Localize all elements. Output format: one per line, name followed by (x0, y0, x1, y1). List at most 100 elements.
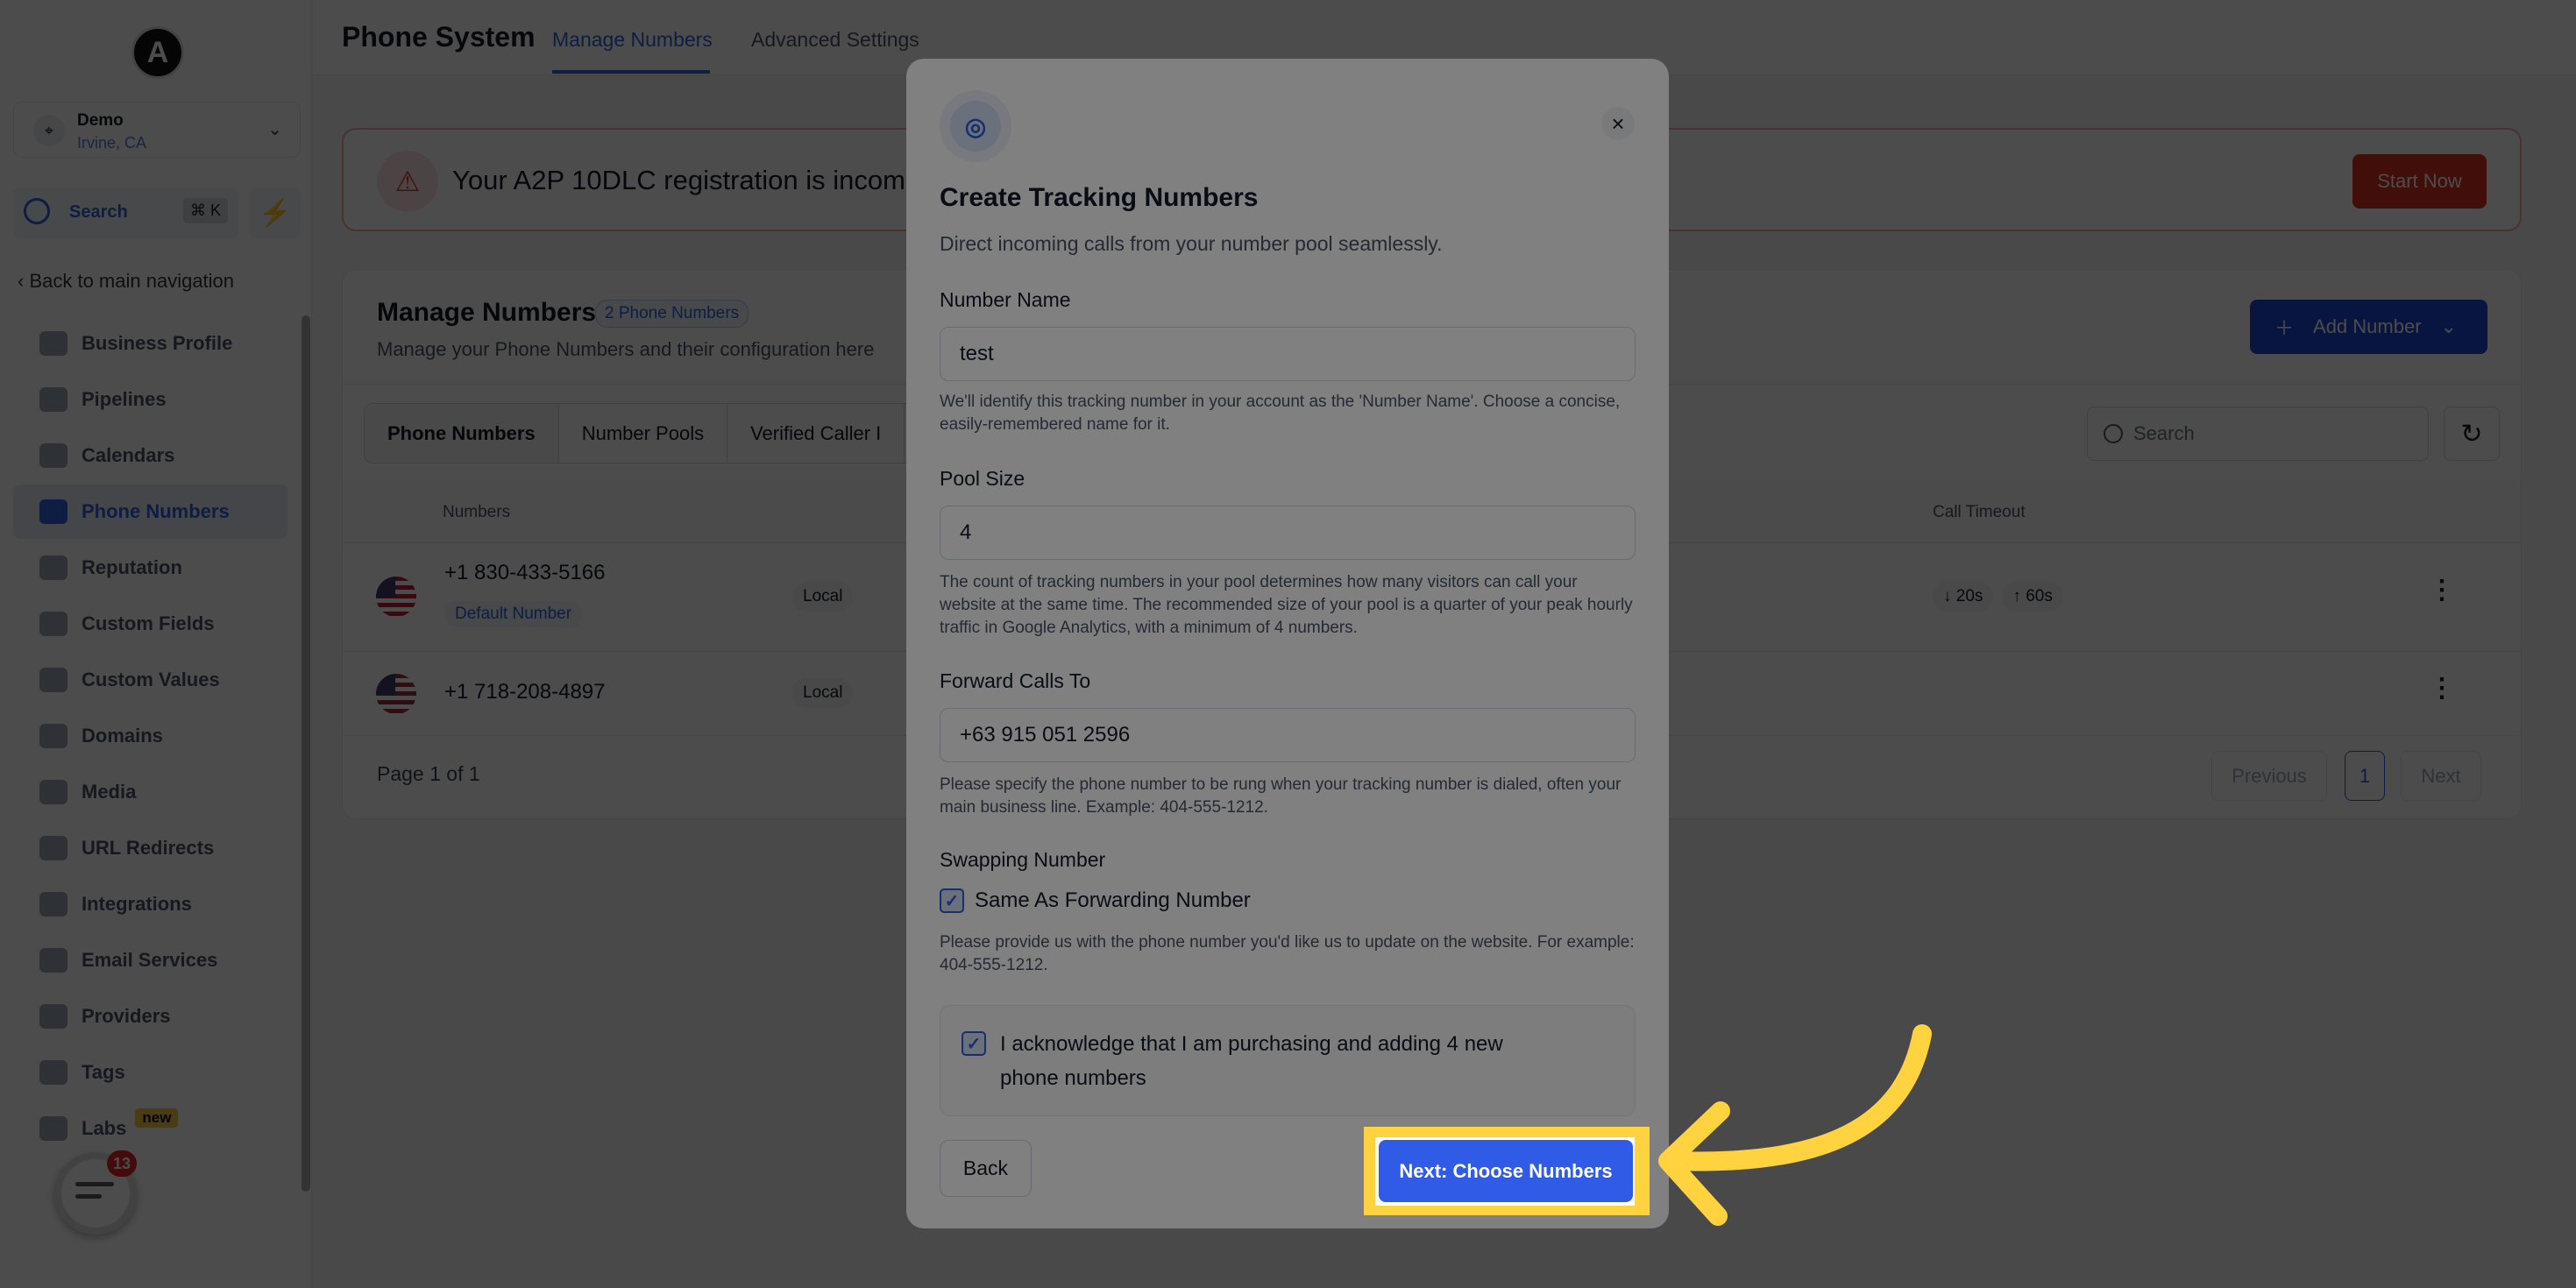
previous-button[interactable]: Previous (2211, 751, 2327, 801)
checkbox-checked-icon[interactable]: ✓ (940, 888, 964, 913)
account-location: Irvine, CA (77, 134, 147, 152)
sidebar-item-label: Custom Values (82, 669, 220, 690)
tracking-icon: ◎ (940, 90, 1011, 162)
sidebar-item-label: Media (82, 781, 137, 803)
sidebar-item-reputation[interactable]: Reputation (13, 541, 287, 595)
add-number-label: Add Number (2313, 315, 2422, 337)
business-profile-icon (39, 331, 67, 356)
modal-title: Create Tracking Numbers (940, 183, 1259, 212)
more-options-icon[interactable]: ⋮ (2429, 575, 2455, 605)
sidebar-item-labs[interactable]: Labs new (13, 1101, 287, 1156)
search-input[interactable]: Search (2087, 407, 2429, 461)
us-flag-icon (376, 577, 416, 617)
pipelines-icon (39, 387, 67, 412)
sidebar-item-domains[interactable]: Domains (13, 709, 287, 763)
back-to-main-navigation[interactable]: ‹ Back to main navigation (18, 270, 234, 293)
logo[interactable]: A (131, 26, 184, 79)
search-button[interactable]: Search ⌘ K (13, 188, 238, 238)
chevron-left-icon: ‹ (18, 270, 30, 292)
integrations-icon (39, 892, 67, 916)
timeout-out-chip: ↑ 60s (2002, 582, 2063, 612)
same-as-forwarding-checkbox[interactable]: ✓ Same As Forwarding Number (940, 888, 1251, 913)
sidebar-item-url-redirects[interactable]: URL Redirects (13, 821, 287, 875)
alert-text: Your A2P 10DLC registration is incomp (452, 165, 921, 195)
page-title: Phone System (342, 21, 536, 53)
providers-icon (39, 1004, 67, 1029)
sidebar-item-providers[interactable]: Providers (13, 989, 287, 1044)
forward-calls-label: Forward Calls To (940, 669, 1091, 692)
refresh-button[interactable]: ↻ (2444, 407, 2500, 461)
tags-icon (39, 1060, 67, 1085)
sidebar-item-label: Integrations (82, 893, 192, 915)
more-options-icon[interactable]: ⋮ (2429, 673, 2455, 704)
chat-icon (75, 1182, 114, 1186)
page-1-button[interactable]: 1 (2345, 751, 2385, 801)
close-icon[interactable]: × (1601, 107, 1635, 140)
sidebar-item-label: Custom Fields (82, 612, 215, 634)
refresh-icon: ↻ (2460, 419, 2483, 449)
number-name-label: Number Name (940, 288, 1071, 311)
number-name-input[interactable]: test (940, 327, 1636, 381)
modal-subtitle: Direct incoming calls from your number p… (940, 232, 1443, 255)
timeout-in: 20s (1955, 587, 1983, 605)
back-button[interactable]: Back (940, 1140, 1032, 1197)
arrow-up-icon: ↑ (2012, 587, 2026, 605)
phone-numbers-icon (39, 499, 67, 524)
sidebar-item-label: Calendars (82, 444, 175, 466)
sidebar-item-label: Pipelines (82, 388, 167, 410)
swapping-number-label: Swapping Number (940, 848, 1106, 871)
sidebar-item-label: Phone Numbers (82, 500, 230, 522)
phone-number: +1 718-208-4897 (444, 680, 606, 704)
forward-calls-help: Please specify the phone number to be ru… (940, 775, 1622, 817)
forward-calls-input[interactable]: +63 915 051 2596 (940, 708, 1636, 762)
chevron-down-icon: ⌄ (267, 120, 282, 139)
tab-number-pools[interactable]: Number Pools (559, 404, 728, 463)
reputation-icon (39, 556, 67, 580)
sidebar-item-custom-fields[interactable]: Custom Fields (13, 597, 287, 651)
sidebar-item-integrations[interactable]: Integrations (13, 877, 287, 931)
custom-values-icon (39, 668, 67, 692)
next-page-button[interactable]: Next (2401, 751, 2481, 801)
account-switcher[interactable]: ⌖ Demo Irvine, CA ⌄ (13, 102, 301, 158)
sidebar-item-calendars[interactable]: Calendars (13, 428, 287, 483)
back-label: Back to main navigation (29, 270, 235, 292)
tab-manage-numbers[interactable]: Manage Numbers (552, 28, 713, 52)
arrow-down-icon: ↓ (1943, 587, 1956, 605)
sidebar-item-custom-values[interactable]: Custom Values (13, 653, 287, 707)
acknowledge-checkbox[interactable]: ✓ (962, 1031, 986, 1056)
page-indicator: Page 1 of 1 (377, 762, 480, 785)
default-number-badge: Default Number (444, 601, 583, 627)
sidebar-scrollbar[interactable] (302, 315, 310, 1192)
acknowledge-box: ✓ I acknowledge that I am purchasing and… (940, 1005, 1636, 1116)
sidebar-item-pipelines[interactable]: Pipelines (13, 372, 287, 427)
tab-phone-numbers[interactable]: Phone Numbers (365, 404, 559, 463)
sidebar-item-phone-numbers[interactable]: Phone Numbers (13, 485, 287, 539)
quick-actions-bolt-icon[interactable]: ⚡ (250, 188, 301, 238)
warning-icon: ⚠ (377, 151, 438, 212)
sidebar: A ⌖ Demo Irvine, CA ⌄ Search ⌘ K ⚡ ‹ Bac… (0, 0, 312, 1288)
sidebar-item-label: Business Profile (82, 332, 233, 354)
number-name-help: We'll identify this tracking number in y… (940, 393, 1621, 434)
notification-badge: 13 (107, 1150, 137, 1177)
tab-advanced-settings[interactable]: Advanced Settings (751, 28, 919, 52)
add-number-button[interactable]: ＋ Add Number ⌄ (2250, 300, 2487, 354)
sidebar-item-label: Providers (82, 1005, 171, 1027)
search-placeholder: Search (2133, 422, 2195, 444)
timeout-chips: ↓ 20s ↑ 60s (1933, 582, 2063, 612)
pool-size-input[interactable]: 4 (940, 506, 1636, 560)
start-now-button[interactable]: Start Now (2352, 154, 2487, 209)
timeout-in-chip: ↓ 20s (1933, 582, 1994, 612)
sidebar-item-tags[interactable]: Tags (13, 1045, 287, 1100)
sidebar-item-label: URL Redirects (82, 837, 215, 859)
tab-verified-caller-id[interactable]: Verified Caller I (727, 404, 905, 463)
next-choose-numbers-button[interactable]: Next: Choose Numbers (1379, 1140, 1633, 1202)
count-badge: 2 Phone Numbers (595, 300, 749, 328)
sidebar-item-business-profile[interactable]: Business Profile (13, 316, 287, 371)
phone-number: +1 830-433-5166 (444, 561, 606, 584)
domains-icon (39, 724, 67, 748)
sidebar-item-email-services[interactable]: Email Services (13, 933, 287, 987)
active-tab-indicator (552, 70, 710, 74)
section-title: Manage Numbers (377, 298, 597, 327)
sidebar-item-label: Labs (82, 1117, 127, 1139)
sidebar-item-media[interactable]: Media (13, 765, 287, 819)
